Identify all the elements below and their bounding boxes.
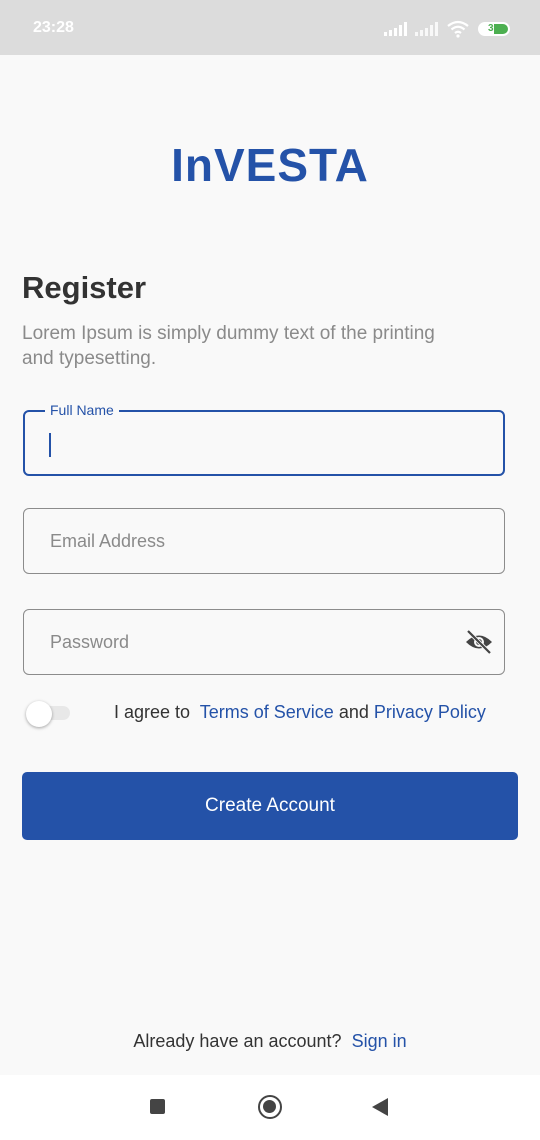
status-icons: 39: [384, 19, 510, 39]
signal-icon: [384, 22, 407, 36]
text-caret: [49, 433, 51, 457]
page-subtitle: Lorem Ipsum is simply dummy text of the …: [22, 323, 435, 369]
terms-prefix: I agree to: [114, 702, 191, 722]
terms-toggle[interactable]: [26, 701, 72, 727]
signin-prompt: Already have an account? Sign in: [0, 1031, 540, 1052]
signin-link[interactable]: Sign in: [352, 1031, 407, 1051]
terms-of-service-link[interactable]: Terms of Service: [200, 702, 334, 722]
privacy-policy-link[interactable]: Privacy Policy: [374, 702, 486, 722]
system-nav-bar: [0, 1075, 540, 1140]
wifi-icon: [447, 20, 469, 38]
signin-prompt-text: Already have an account?: [133, 1031, 342, 1051]
back-triangle-icon[interactable]: [372, 1098, 388, 1116]
eye-off-icon[interactable]: [464, 628, 494, 656]
status-time: 23:28: [33, 19, 74, 36]
battery-icon: 39: [478, 22, 510, 36]
battery-level: 39: [488, 23, 500, 34]
full-name-label: Full Name: [45, 402, 119, 418]
password-placeholder: Password: [50, 632, 130, 652]
toggle-knob: [26, 701, 52, 727]
app-logo: InVESTA: [171, 139, 369, 191]
recents-square-icon[interactable]: [150, 1099, 165, 1114]
status-bar: 23:28 39: [0, 0, 540, 55]
password-field[interactable]: Password: [23, 609, 505, 675]
terms-and: and: [338, 702, 369, 722]
page-title: Register: [22, 270, 147, 305]
create-account-button[interactable]: Create Account: [22, 772, 518, 840]
email-placeholder: Email Address: [50, 531, 166, 551]
home-circle-icon[interactable]: [258, 1095, 282, 1119]
signal-icon-secondary: [415, 22, 438, 36]
terms-agreement: I agree to Terms of Service and Privacy …: [114, 702, 486, 723]
full-name-field[interactable]: Full Name: [23, 402, 505, 476]
email-field[interactable]: Email Address: [23, 508, 505, 574]
